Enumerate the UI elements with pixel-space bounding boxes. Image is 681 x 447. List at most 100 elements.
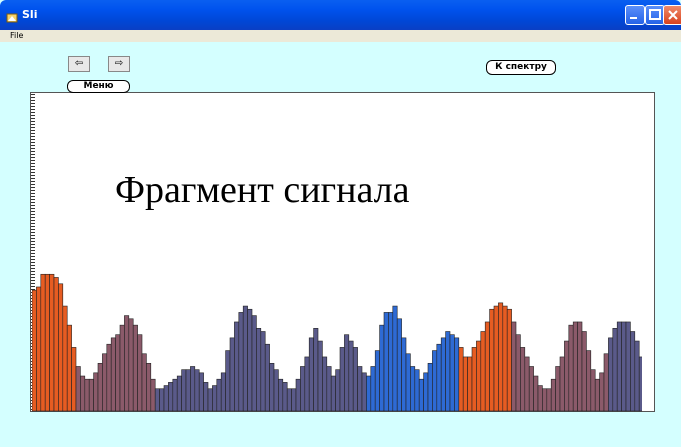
signal-bar bbox=[40, 273, 46, 412]
close-icon[interactable] bbox=[663, 5, 681, 25]
signal-bar bbox=[84, 378, 90, 412]
signal-bar bbox=[128, 318, 134, 412]
signal-bar bbox=[176, 375, 182, 412]
signal-bar bbox=[427, 362, 433, 412]
signal-bar bbox=[71, 347, 77, 412]
signal-bar bbox=[559, 356, 565, 412]
signal-bar bbox=[154, 388, 160, 412]
signal-bar bbox=[520, 347, 526, 412]
signal-bar bbox=[361, 372, 367, 412]
signal-bar bbox=[555, 366, 561, 412]
signal-bar bbox=[313, 328, 319, 412]
signal-bar bbox=[344, 334, 350, 412]
signal-bar bbox=[616, 321, 622, 412]
signal-bar bbox=[392, 305, 398, 412]
menu-bar: File bbox=[0, 30, 681, 42]
signal-bar bbox=[401, 337, 407, 412]
signal-bar bbox=[58, 283, 64, 412]
signal-bar bbox=[608, 337, 614, 412]
arrow-left-icon[interactable]: ⇦ bbox=[68, 56, 90, 72]
signal-bar bbox=[471, 347, 477, 412]
app-icon bbox=[6, 9, 18, 23]
signal-bar bbox=[506, 308, 512, 412]
signal-bar bbox=[339, 347, 345, 412]
signal-bar bbox=[75, 366, 81, 412]
signal-bar bbox=[203, 382, 209, 412]
maximize-icon[interactable] bbox=[645, 5, 665, 25]
signal-bar bbox=[449, 334, 455, 412]
signal-bar bbox=[36, 286, 42, 412]
signal-bar bbox=[458, 347, 464, 412]
signal-bar bbox=[260, 331, 266, 412]
signal-bar bbox=[542, 388, 548, 412]
signal-bar bbox=[44, 273, 50, 412]
signal-bar bbox=[524, 356, 530, 412]
signal-bar bbox=[159, 388, 165, 412]
panel-title: Фрагмент сигнала bbox=[115, 169, 410, 211]
signal-chart bbox=[32, 273, 642, 412]
signal-bar bbox=[308, 337, 314, 412]
signal-bar bbox=[493, 305, 499, 412]
signal-bar bbox=[366, 375, 372, 412]
signal-bar bbox=[207, 388, 213, 412]
signal-bar bbox=[436, 343, 442, 412]
signal-bar bbox=[212, 385, 218, 412]
signal-bar bbox=[418, 378, 424, 412]
menu-button[interactable]: Меню bbox=[67, 80, 130, 93]
signal-bar bbox=[440, 337, 446, 412]
signal-bar bbox=[489, 308, 495, 412]
signal-bar bbox=[286, 388, 292, 412]
signal-bar bbox=[172, 378, 178, 412]
signal-bar bbox=[295, 378, 301, 412]
signal-bar bbox=[194, 369, 200, 412]
signal-bar bbox=[62, 305, 68, 412]
signal-bar bbox=[304, 356, 310, 412]
signal-bar bbox=[590, 369, 596, 412]
signal-bar bbox=[612, 328, 618, 412]
signal-bar bbox=[322, 356, 328, 412]
signal-bar bbox=[229, 337, 235, 412]
signal-bar bbox=[383, 312, 389, 412]
signal-bar bbox=[119, 324, 125, 412]
signal-bar bbox=[454, 337, 460, 412]
signal-bar bbox=[163, 385, 169, 412]
signal-bar bbox=[256, 328, 262, 412]
title-bar[interactable]: Sli bbox=[0, 0, 681, 30]
signal-bar bbox=[581, 331, 587, 412]
signal-bar bbox=[168, 382, 174, 412]
signal-bar bbox=[273, 369, 279, 412]
signal-bar bbox=[625, 321, 631, 412]
signal-bar bbox=[638, 356, 642, 412]
signal-bar bbox=[374, 350, 380, 412]
signal-bar bbox=[410, 366, 416, 412]
signal-bar bbox=[599, 372, 605, 412]
signal-bar bbox=[66, 324, 72, 412]
signal-bar bbox=[357, 366, 363, 412]
signal-bar bbox=[348, 340, 354, 412]
signal-bar bbox=[432, 350, 438, 412]
menu-file[interactable]: File bbox=[10, 30, 23, 42]
signal-bar bbox=[388, 312, 394, 412]
signal-bar bbox=[137, 334, 143, 412]
signal-bar bbox=[594, 378, 600, 412]
signal-bar bbox=[484, 321, 490, 412]
signal-bar bbox=[225, 350, 231, 412]
spectrum-button[interactable]: К спектру bbox=[486, 60, 556, 75]
signal-bar bbox=[480, 331, 486, 412]
signal-bar bbox=[396, 318, 402, 412]
signal-bar bbox=[603, 353, 609, 412]
signal-bar bbox=[124, 315, 130, 412]
signal-bar bbox=[352, 347, 358, 412]
signal-bar bbox=[568, 324, 574, 412]
signal-bar bbox=[300, 366, 306, 412]
signal-bar bbox=[49, 273, 55, 412]
signal-bar bbox=[53, 277, 59, 412]
signal-bar bbox=[32, 289, 37, 412]
signal-bar bbox=[621, 321, 627, 412]
arrow-right-icon[interactable]: ⇨ bbox=[108, 56, 130, 72]
signal-bar bbox=[564, 340, 570, 412]
minimize-icon[interactable] bbox=[625, 5, 645, 25]
signal-bar bbox=[445, 331, 451, 412]
signal-bar bbox=[110, 337, 116, 412]
signal-bar bbox=[238, 312, 244, 412]
